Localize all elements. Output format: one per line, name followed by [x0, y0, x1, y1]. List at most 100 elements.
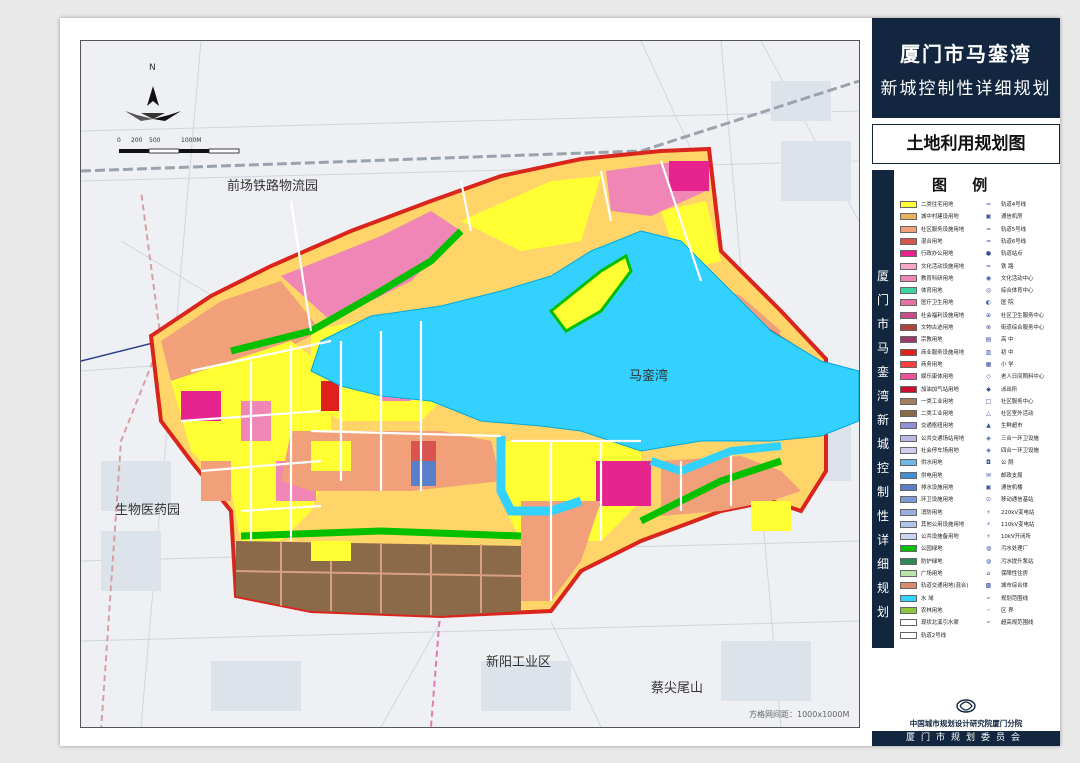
north-label: N [149, 63, 156, 73]
legend-side-char: 细 [876, 557, 889, 571]
legend-item-facility: ▣ 通信机房 [980, 212, 1023, 222]
legend-label: 污水提升泵站 [1001, 558, 1034, 565]
legend-item-facility: ● 轨道站点 [980, 249, 1023, 259]
legend-item-facility: ◆ 派出所 [980, 385, 1017, 395]
legend-item-landuse: 农林用地 [900, 606, 943, 616]
legend-side-char: 划 [876, 605, 889, 619]
legend-symbol-icon: ◍ [985, 557, 992, 565]
legend-symbol-icon: ● [985, 250, 992, 258]
legend-item-facility: ═ 铁 路 [980, 262, 1014, 272]
legend-symbol-icon: ▣ [985, 213, 992, 221]
legend-item-landuse: 社区服务设施用地 [900, 225, 964, 235]
footer-org-1: 中国城市规划设计研究院厦门分院 [909, 719, 1023, 728]
legend-label: 防护绿地 [921, 558, 943, 565]
legend-label: 医 院 [1001, 300, 1014, 307]
legend-item-facility: ◐ 医 院 [980, 298, 1014, 308]
legend-side-char: 制 [876, 485, 889, 499]
legend-item-landuse: 社会停车场用地 [900, 446, 959, 456]
legend-item-landuse: 消防用地 [900, 508, 943, 518]
legend-label: 铁 路 [1001, 263, 1014, 270]
legend-heading: 图 例 [932, 176, 998, 194]
legend-swatch [900, 570, 917, 577]
legend-item-facility: ⊗ 街道综合服务中心 [980, 323, 1044, 333]
legend-label: 加油加气站用地 [921, 386, 959, 393]
legend-symbol-icon: ⚡ [986, 520, 991, 528]
legend-side-char: 城 [876, 437, 889, 451]
legend-swatch [900, 336, 917, 344]
legend-item-facility: ◈ 三合一环卫设施 [980, 434, 1039, 444]
legend-swatch [900, 459, 917, 467]
legend-swatch [900, 422, 917, 430]
legend-item-landuse: 轨道交通用地(混合) [900, 581, 968, 591]
legend-label: 行政办公用地 [921, 251, 954, 258]
legend-label: 三合一环卫设施 [1001, 435, 1039, 442]
legend-item-landuse: 行政办公用地 [900, 249, 953, 259]
legend-label: 轨道5号线 [1001, 226, 1026, 233]
legend-swatch [900, 373, 917, 381]
legend-item-facility: ◍ 污水提升泵站 [980, 557, 1033, 567]
legend-swatch [900, 410, 917, 418]
legend-swatch [900, 631, 917, 639]
legend-label: 其他公用设施用地 [921, 521, 965, 528]
legend-swatch [900, 324, 917, 331]
legend-item-landuse: 教育科研用地 [900, 274, 953, 284]
legend-label: 10kV开闭所 [1001, 534, 1031, 541]
legend-label: 超高规范围线 [1001, 620, 1034, 627]
legend-swatch [900, 201, 917, 208]
legend-item-facility: ⚡ 220kV变电站 [980, 508, 1034, 518]
legend-symbol-icon: ◈ [986, 447, 991, 454]
legend-side-char: 控 [876, 461, 889, 475]
scale-label-200: 200 [131, 137, 143, 144]
legend-label: 街道综合服务中心 [1001, 325, 1045, 331]
legend-item-facility: △ 社区室外活动 [980, 409, 1033, 419]
legend-swatch [900, 311, 917, 319]
legend-swatch [900, 397, 917, 405]
scale-label-1000: 1000M [181, 137, 202, 144]
legend-label: 娱乐康体用地 [921, 374, 954, 381]
legend-label: 农林用地 [921, 607, 943, 614]
legend-swatch [900, 496, 917, 504]
legend-label: 公共交通场站用地 [921, 435, 965, 442]
legend-item-facility: ◈ 四合一环卫设施 [980, 446, 1039, 456]
legend-symbol-icon: □ [985, 397, 992, 405]
legend-symbol-icon: ◉ [985, 274, 992, 282]
legend-item-facility: ⊙ 移动通信基站 [980, 495, 1033, 505]
legend-swatch [900, 287, 917, 295]
legend-item-landuse: 二类工业用地 [900, 409, 953, 419]
legend-swatch [900, 545, 917, 553]
legend-item-landuse: 供电用地 [900, 471, 943, 481]
legend-label: 社区卫生服务中心 [1001, 312, 1045, 319]
legend-label: 商务用地 [921, 361, 943, 368]
legend-symbol-icon: ▣ [985, 483, 992, 491]
legend-item-landuse: 加油加气站用地 [900, 385, 959, 395]
legend-label: 四合一环卫设施 [1001, 448, 1039, 454]
legend-symbol-icon: ⚡ [986, 508, 991, 516]
place-xinyang: 新阳工业区 [486, 655, 552, 670]
legend-label: 轨道站点 [1001, 251, 1023, 258]
legend-symbol-icon: ▤ [985, 336, 992, 344]
legend-item-facility: ⊕ 社区卫生服务中心 [980, 311, 1044, 321]
legend-label: 邮政支局 [1001, 472, 1023, 479]
legend-side-char: 湾 [876, 389, 889, 403]
legend-label: 轨道6号线 [1001, 238, 1026, 245]
legend-item-landuse: 公共设施备用地 [900, 532, 959, 542]
legend-label: 公 厕 [1001, 460, 1014, 467]
legend-label: 二类住宅用地 [921, 202, 954, 208]
legend-label: 110kV变电站 [1001, 521, 1035, 528]
legend-swatch [900, 582, 917, 590]
legend-symbol-icon: ◎ [985, 287, 992, 295]
legend-label: 现状北溪引水渠 [921, 620, 959, 627]
legend-label: 老人日间照料中心 [1001, 374, 1045, 381]
legend-swatch [900, 508, 917, 516]
legend-label: 公园绿地 [921, 546, 943, 553]
legend-item-landuse: 社会福利设施用地 [900, 311, 964, 321]
legend-swatch [900, 557, 917, 565]
legend-label: 社区室外活动 [1001, 411, 1034, 418]
legend-symbol-icon: ◐ [985, 299, 992, 307]
legend-item-landuse: 环卫设施用地 [900, 495, 953, 505]
legend-item-facility: ▤ 高 中 [980, 335, 1014, 345]
legend-symbol-icon: ⚡ [986, 533, 991, 541]
legend-label: 商业服务设施用地 [921, 349, 965, 356]
legend-side-bar: 厦门市马銮湾新城控制性详细规划 [872, 170, 894, 648]
legend-item-facility: ━ 轨道6号线 [980, 237, 1026, 247]
